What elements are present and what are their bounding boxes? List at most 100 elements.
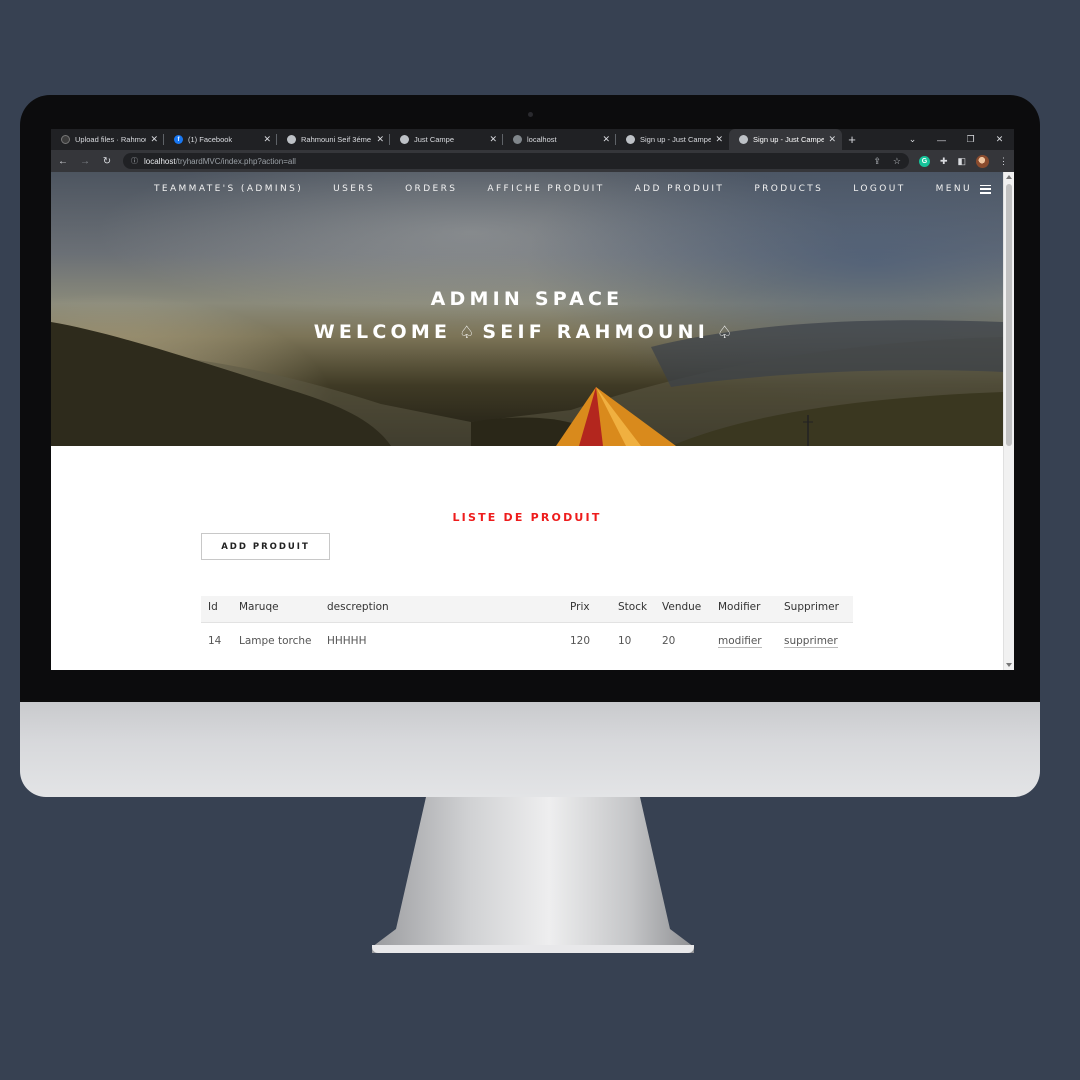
tab-rahmouni[interactable]: Rahmouni Seif 3éme ✕	[277, 129, 390, 150]
globe-icon	[739, 135, 748, 144]
address-bar[interactable]: ⓘ localhost/tryhardMVC/index.php?action=…	[123, 153, 909, 169]
tab-just-campe[interactable]: Just Campe ✕	[390, 129, 503, 150]
top-navigation: TEAMMATE'S (ADMINS) USERS ORDERS AFFICHE…	[154, 184, 991, 194]
extensions-area: G ✚ ◧ ⋮	[918, 154, 1008, 168]
tab-facebook[interactable]: f (1) Facebook ✕	[164, 129, 277, 150]
browser-tab-bar: Upload files · Rahmou ✕ f (1) Facebook ✕…	[51, 129, 1014, 150]
screen: Upload files · Rahmou ✕ f (1) Facebook ✕…	[51, 129, 1014, 670]
cell-description: HHHHH	[327, 634, 367, 647]
facebook-icon: f	[174, 135, 183, 144]
close-window-icon[interactable]: ✕	[985, 134, 1014, 145]
nav-products[interactable]: PRODUCTS	[754, 184, 823, 194]
side-panel-icon[interactable]: ◧	[957, 156, 966, 167]
back-icon[interactable]: ←	[57, 156, 69, 167]
welcome-text: WELCOME	[313, 321, 452, 343]
browser-toolbar: ← → ↻ ⓘ localhost/tryhardMVC/index.php?a…	[51, 150, 1014, 172]
close-icon[interactable]: ✕	[489, 134, 497, 145]
kebab-menu-icon[interactable]: ⋮	[999, 156, 1008, 167]
cell-modifier: modifier	[711, 622, 777, 650]
reload-icon[interactable]: ↻	[101, 156, 113, 167]
tab-label: Sign up - Just Campe	[753, 135, 825, 144]
column-header: Maruqe	[232, 596, 320, 623]
nav-affiche-produit[interactable]: AFFICHE PRODUIT	[487, 184, 604, 194]
tab-sign-up[interactable]: Sign up - Just Campe ✕	[616, 129, 729, 150]
cell-id: 14	[208, 634, 222, 647]
tab-label: Just Campe	[414, 135, 455, 144]
add-produit-button[interactable]: ADD PRODUIT	[201, 533, 330, 560]
chevron-down-icon[interactable]: ⌄	[898, 134, 927, 145]
minimize-icon[interactable]: —	[927, 135, 956, 145]
column-header: Vendue	[655, 596, 711, 623]
cell-vendue: 20	[662, 634, 676, 647]
menu-button[interactable]: MENU	[936, 184, 991, 194]
globe-icon	[400, 135, 409, 144]
welcome-heading: WELCOME ♤ SEIF RAHMOUNI ♤	[51, 321, 1003, 343]
modifier-link[interactable]: modifier	[718, 634, 762, 648]
tab-label: Rahmouni Seif 3éme	[301, 135, 372, 144]
scroll-up-icon[interactable]	[1006, 175, 1012, 179]
column-header: Supprimer	[777, 596, 853, 623]
tab-sign-up-active[interactable]: Sign up - Just Campe ✕	[729, 129, 842, 150]
puzzle-icon[interactable]: ✚	[940, 156, 948, 167]
restore-icon[interactable]: ❐	[956, 134, 985, 145]
globe-icon	[626, 135, 635, 144]
hero-banner: TEAMMATE'S (ADMINS) USERS ORDERS AFFICHE…	[51, 172, 1003, 446]
close-icon[interactable]: ✕	[602, 134, 610, 145]
close-icon[interactable]: ✕	[376, 134, 384, 145]
table-header-row: Id Maruqe descreption Prix Stock Vendue …	[201, 596, 853, 623]
column-header: Prix	[563, 596, 611, 623]
nav-teammates[interactable]: TEAMMATE'S (ADMINS)	[154, 184, 303, 194]
forward-icon[interactable]: →	[79, 156, 91, 167]
monitor-stand-base	[372, 945, 694, 953]
avatar[interactable]	[976, 154, 989, 168]
column-header: descreption	[320, 596, 563, 623]
tab-label: (1) Facebook	[188, 135, 233, 144]
cell-stock: 10	[618, 634, 632, 647]
supprimer-link[interactable]: supprimer	[784, 634, 838, 648]
column-header: Id	[201, 596, 232, 623]
window-controls: ⌄ — ❐ ✕	[898, 129, 1014, 150]
scroll-down-icon[interactable]	[1006, 663, 1012, 667]
spade-icon: ♤	[717, 323, 733, 343]
globe-icon	[287, 135, 296, 144]
info-icon[interactable]: ⓘ	[131, 156, 138, 166]
close-icon[interactable]: ✕	[263, 134, 271, 145]
monitor-stand	[372, 797, 694, 953]
monitor-chin	[20, 702, 1040, 797]
column-header: Stock	[611, 596, 655, 623]
cell-supprimer: supprimer	[777, 622, 853, 650]
column-header: Modifier	[711, 596, 777, 623]
tab-label: localhost	[527, 135, 557, 144]
tab-label: Upload files · Rahmou	[75, 135, 147, 144]
nav-users[interactable]: USERS	[333, 184, 375, 194]
page-scrollbar[interactable]	[1003, 172, 1014, 670]
table-row: 14 Lampe torche HHHHH 120 10 20 modifier…	[201, 622, 853, 650]
grammarly-icon[interactable]: G	[918, 155, 930, 167]
cell-prix: 120	[570, 634, 591, 647]
spade-icon: ♤	[459, 323, 475, 343]
section-title: LISTE DE PRODUIT	[452, 511, 602, 524]
new-tab-button[interactable]: +	[842, 129, 862, 150]
share-icon[interactable]: ⇪	[873, 156, 881, 167]
globe-icon	[513, 135, 522, 144]
camera-icon	[528, 112, 533, 117]
nav-logout[interactable]: LOGOUT	[853, 184, 905, 194]
nav-orders[interactable]: ORDERS	[405, 184, 457, 194]
close-icon[interactable]: ✕	[715, 134, 723, 145]
web-page: TEAMMATE'S (ADMINS) USERS ORDERS AFFICHE…	[51, 172, 1014, 670]
star-icon[interactable]: ☆	[893, 156, 901, 167]
github-icon	[61, 135, 70, 144]
tab-github[interactable]: Upload files · Rahmou ✕	[51, 129, 164, 150]
page-title: ADMIN SPACE	[430, 288, 624, 310]
close-icon[interactable]: ✕	[150, 134, 158, 145]
scrollbar-thumb[interactable]	[1006, 184, 1012, 446]
tab-label: Sign up - Just Campe	[640, 135, 712, 144]
cell-marque: Lampe torche	[239, 634, 312, 647]
url-path: /tryhardMVC/index.php?action=all	[175, 156, 296, 166]
nav-add-produit[interactable]: ADD PRODUIT	[635, 184, 725, 194]
user-name: SEIF RAHMOUNI	[482, 321, 710, 343]
close-icon[interactable]: ✕	[828, 134, 836, 145]
menu-label: MENU	[935, 184, 972, 194]
url-host: localhost	[144, 156, 176, 166]
tab-localhost[interactable]: localhost ✕	[503, 129, 616, 150]
